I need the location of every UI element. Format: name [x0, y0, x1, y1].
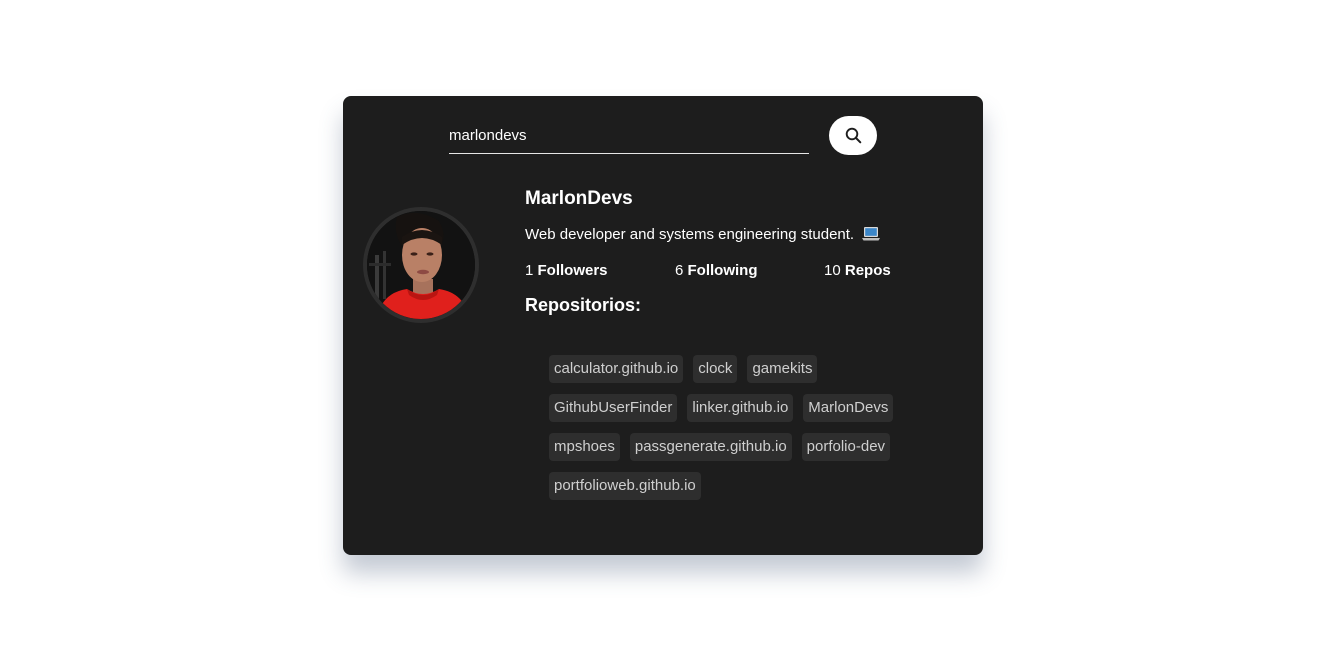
repo-tag[interactable]: gamekits [747, 355, 818, 383]
repo-tag[interactable]: clock [693, 355, 738, 383]
repo-tag[interactable]: passgenerate.github.io [629, 433, 792, 461]
following-count: 6 [675, 262, 684, 279]
search-input[interactable] [449, 118, 809, 154]
avatar [363, 207, 479, 323]
profile-stats: 1 Followers 6 Following 10 Repos [525, 262, 915, 282]
avatar-image [367, 211, 475, 319]
repo-tag[interactable]: porfolio-dev [801, 433, 891, 461]
repo-tag[interactable]: GithubUserFinder [549, 394, 678, 422]
search-button[interactable] [829, 116, 877, 155]
repos-label: Repos [844, 262, 891, 279]
repo-tag[interactable]: linker.github.io [687, 394, 794, 422]
repos-count: 10 [824, 262, 841, 279]
profile-bio-text: Web developer and systems engineering st… [525, 226, 855, 243]
repositories-title: Repositorios: [525, 295, 642, 315]
repo-tag[interactable]: MarlonDevs [803, 394, 894, 422]
profile-card: MarlonDevs Web developer and systems eng… [343, 96, 983, 555]
repo-tag[interactable]: mpshoes [549, 433, 620, 461]
following-stat: 6 Following [675, 262, 758, 279]
search-icon [845, 127, 861, 144]
laptop-icon [862, 227, 881, 241]
profile-bio: Web developer and systems engineering st… [525, 226, 881, 243]
followers-label: Followers [537, 262, 608, 279]
profile-name: MarlonDevs [525, 188, 633, 209]
following-label: Following [687, 262, 758, 279]
repo-tag[interactable]: calculator.github.io [549, 355, 684, 383]
followers-stat: 1 Followers [525, 262, 608, 279]
repos-stat: 10 Repos [824, 262, 891, 279]
followers-count: 1 [525, 262, 534, 279]
repo-tag[interactable]: portfolioweb.github.io [549, 472, 701, 500]
repository-list: calculator.github.io clock gamekits Gith… [549, 355, 929, 500]
